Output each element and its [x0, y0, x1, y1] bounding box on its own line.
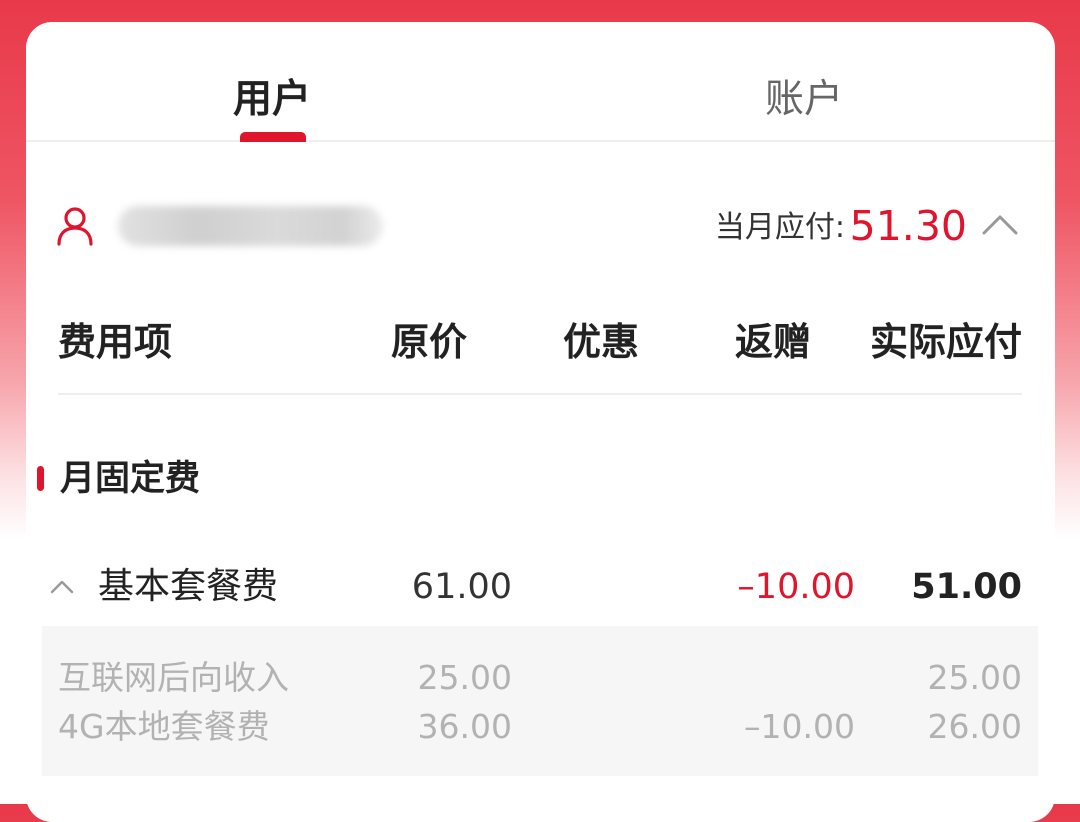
section-title: 月固定费 [60, 459, 201, 499]
tab-account[interactable]: 账户 [765, 74, 843, 126]
header-discount: 优惠 [562, 320, 639, 364]
sub-item-actual-due: 26.00 [927, 707, 1022, 746]
user-summary-row[interactable]: 当月应付: 51.30 [26, 192, 1055, 262]
header-rebate: 返赠 [734, 320, 811, 364]
monthly-due-value: 51.30 [849, 202, 967, 250]
sub-item-name: 4G本地套餐费 [58, 707, 270, 746]
header-divider [58, 393, 1022, 395]
table-header: 费用项 原价 优惠 返赠 实际应付 [26, 314, 1055, 374]
header-actual-due: 实际应付 [869, 320, 1022, 364]
fee-item-actual-due: 51.00 [911, 567, 1022, 607]
sub-item-name: 互联网后向收入 [58, 658, 289, 697]
user-icon [57, 207, 93, 246]
tab-user[interactable]: 用户 [233, 74, 311, 126]
fee-item-rebate: –10.00 [737, 567, 855, 607]
sub-item-rebate: –10.00 [744, 707, 855, 746]
header-item: 费用项 [58, 320, 173, 364]
fee-item-original-price: 61.00 [411, 567, 512, 607]
sub-item-original-price: 36.00 [417, 707, 512, 746]
sub-item-actual-due: 25.00 [927, 658, 1022, 697]
fee-item-name: 基本套餐费 [98, 566, 279, 607]
blurred-user-number [118, 206, 383, 246]
fee-item-row[interactable]: 基本套餐费 61.00 –10.00 51.00 [26, 560, 1055, 616]
sub-item-row: 互联网后向收入 25.00 25.00 [26, 654, 1055, 704]
active-tab-indicator [240, 132, 306, 142]
section-marker [37, 466, 44, 491]
chevron-up-icon[interactable] [50, 578, 74, 594]
bill-card: 用户 账户 当月应付: 51.30 费用项 原价 优惠 返赠 实际应付 月固定费… [26, 22, 1055, 822]
tab-bar: 用户 账户 [26, 22, 1055, 142]
sub-item-original-price: 25.00 [417, 658, 512, 697]
header-original-price: 原价 [390, 320, 467, 364]
chevron-up-icon[interactable] [981, 212, 1019, 236]
monthly-due-label: 当月应付: [714, 210, 845, 245]
sub-item-row: 4G本地套餐费 36.00 –10.00 26.00 [26, 703, 1055, 753]
